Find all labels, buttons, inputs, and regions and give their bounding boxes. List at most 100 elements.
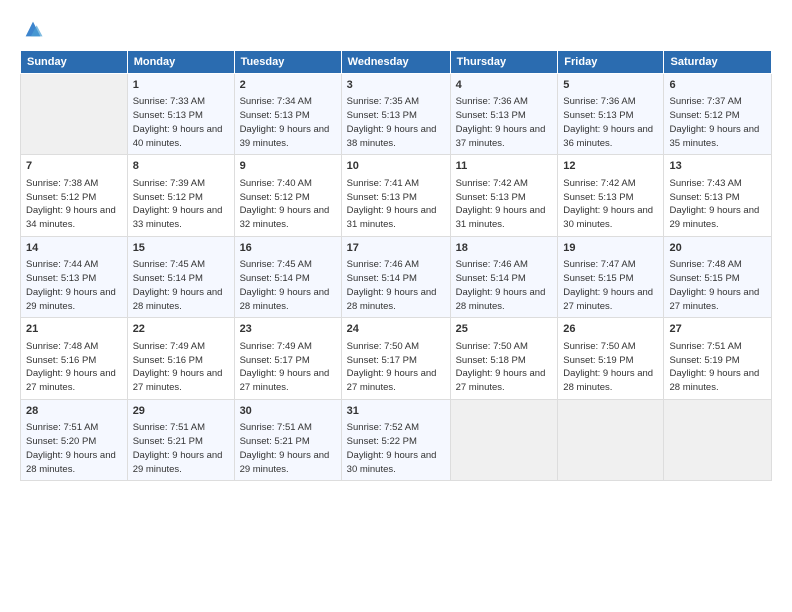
day-cell: 9 Sunrise: 7:40 AMSunset: 5:12 PMDaylight… [234, 155, 341, 236]
header-day-tuesday: Tuesday [234, 51, 341, 74]
day-cell: 5 Sunrise: 7:36 AMSunset: 5:13 PMDaylight… [558, 74, 664, 155]
day-number: 25 [456, 322, 553, 337]
day-number: 11 [456, 159, 553, 174]
day-info: Sunrise: 7:51 AMSunset: 5:19 PMDaylight:… [669, 340, 766, 395]
day-cell: 3 Sunrise: 7:35 AMSunset: 5:13 PMDaylight… [341, 74, 450, 155]
calendar-header: SundayMondayTuesdayWednesdayThursdayFrid… [21, 51, 772, 74]
day-info: Sunrise: 7:37 AMSunset: 5:12 PMDaylight:… [669, 95, 766, 150]
day-info: Sunrise: 7:50 AMSunset: 5:17 PMDaylight:… [347, 340, 445, 395]
day-info: Sunrise: 7:51 AMSunset: 5:21 PMDaylight:… [133, 421, 229, 476]
day-number: 5 [563, 78, 658, 93]
day-info: Sunrise: 7:35 AMSunset: 5:13 PMDaylight:… [347, 95, 445, 150]
day-cell: 17 Sunrise: 7:46 AMSunset: 5:14 PMDayligh… [341, 236, 450, 317]
day-cell [21, 74, 128, 155]
day-cell: 23 Sunrise: 7:49 AMSunset: 5:17 PMDayligh… [234, 318, 341, 399]
page: SundayMondayTuesdayWednesdayThursdayFrid… [0, 0, 792, 612]
day-number: 28 [26, 404, 122, 419]
day-number: 6 [669, 78, 766, 93]
day-cell: 15 Sunrise: 7:45 AMSunset: 5:14 PMDayligh… [127, 236, 234, 317]
day-info: Sunrise: 7:46 AMSunset: 5:14 PMDaylight:… [347, 258, 445, 313]
day-cell: 1 Sunrise: 7:33 AMSunset: 5:13 PMDaylight… [127, 74, 234, 155]
day-number: 24 [347, 322, 445, 337]
day-info: Sunrise: 7:36 AMSunset: 5:13 PMDaylight:… [563, 95, 658, 150]
calendar-body: 1 Sunrise: 7:33 AMSunset: 5:13 PMDaylight… [21, 74, 772, 481]
day-info: Sunrise: 7:43 AMSunset: 5:13 PMDaylight:… [669, 177, 766, 232]
week-row-5: 28 Sunrise: 7:51 AMSunset: 5:20 PMDayligh… [21, 399, 772, 480]
day-cell: 14Sunrise: 7:44 AMSunset: 5:13 PMDayligh… [21, 236, 128, 317]
day-info: Sunrise: 7:51 AMSunset: 5:20 PMDaylight:… [26, 421, 122, 476]
day-number: 1 [133, 78, 229, 93]
day-cell [558, 399, 664, 480]
day-number: 4 [456, 78, 553, 93]
day-info: Sunrise: 7:34 AMSunset: 5:13 PMDaylight:… [240, 95, 336, 150]
day-cell: 7Sunrise: 7:38 AMSunset: 5:12 PMDaylight… [21, 155, 128, 236]
day-cell: 20 Sunrise: 7:48 AMSunset: 5:15 PMDayligh… [664, 236, 772, 317]
week-row-2: 7Sunrise: 7:38 AMSunset: 5:12 PMDaylight… [21, 155, 772, 236]
day-info: Sunrise: 7:48 AMSunset: 5:15 PMDaylight:… [669, 258, 766, 313]
header [20, 18, 772, 40]
header-day-sunday: Sunday [21, 51, 128, 74]
day-number: 18 [456, 241, 553, 256]
day-cell: 27 Sunrise: 7:51 AMSunset: 5:19 PMDayligh… [664, 318, 772, 399]
day-number: 9 [240, 159, 336, 174]
day-cell: 30 Sunrise: 7:51 AMSunset: 5:21 PMDayligh… [234, 399, 341, 480]
day-info: Sunrise: 7:49 AMSunset: 5:17 PMDaylight:… [240, 340, 336, 395]
day-cell: 31 Sunrise: 7:52 AMSunset: 5:22 PMDayligh… [341, 399, 450, 480]
day-number: 15 [133, 241, 229, 256]
day-info: Sunrise: 7:45 AMSunset: 5:14 PMDaylight:… [240, 258, 336, 313]
day-cell: 28 Sunrise: 7:51 AMSunset: 5:20 PMDayligh… [21, 399, 128, 480]
day-number: 19 [563, 241, 658, 256]
header-row: SundayMondayTuesdayWednesdayThursdayFrid… [21, 51, 772, 74]
day-number: 26 [563, 322, 658, 337]
day-cell: 24 Sunrise: 7:50 AMSunset: 5:17 PMDayligh… [341, 318, 450, 399]
day-info: Sunrise: 7:47 AMSunset: 5:15 PMDaylight:… [563, 258, 658, 313]
day-info: Sunrise: 7:36 AMSunset: 5:13 PMDaylight:… [456, 95, 553, 150]
day-number: 21 [26, 322, 122, 337]
day-cell: 8Sunrise: 7:39 AMSunset: 5:12 PMDaylight… [127, 155, 234, 236]
day-info: Sunrise: 7:52 AMSunset: 5:22 PMDaylight:… [347, 421, 445, 476]
day-info: Sunrise: 7:45 AMSunset: 5:14 PMDaylight:… [133, 258, 229, 313]
day-number: 30 [240, 404, 336, 419]
day-number: 17 [347, 241, 445, 256]
day-cell: 16 Sunrise: 7:45 AMSunset: 5:14 PMDayligh… [234, 236, 341, 317]
day-cell: 26 Sunrise: 7:50 AMSunset: 5:19 PMDayligh… [558, 318, 664, 399]
day-cell: 11Sunrise: 7:42 AMSunset: 5:13 PMDayligh… [450, 155, 558, 236]
header-day-friday: Friday [558, 51, 664, 74]
day-cell [450, 399, 558, 480]
day-number: 27 [669, 322, 766, 337]
header-day-wednesday: Wednesday [341, 51, 450, 74]
day-info: Sunrise: 7:40 AMSunset: 5:12 PMDaylight:… [240, 177, 336, 232]
day-info: Sunrise: 7:48 AMSunset: 5:16 PMDaylight:… [26, 340, 122, 395]
day-cell: 12Sunrise: 7:42 AMSunset: 5:13 PMDayligh… [558, 155, 664, 236]
day-cell [664, 399, 772, 480]
week-row-3: 14Sunrise: 7:44 AMSunset: 5:13 PMDayligh… [21, 236, 772, 317]
day-cell: 18Sunrise: 7:46 AMSunset: 5:14 PMDayligh… [450, 236, 558, 317]
day-number: 10 [347, 159, 445, 174]
day-cell: 6 Sunrise: 7:37 AMSunset: 5:12 PMDaylight… [664, 74, 772, 155]
day-info: Sunrise: 7:38 AMSunset: 5:12 PMDaylight:… [26, 177, 122, 232]
day-number: 2 [240, 78, 336, 93]
day-number: 23 [240, 322, 336, 337]
day-info: Sunrise: 7:51 AMSunset: 5:21 PMDaylight:… [240, 421, 336, 476]
day-cell: 25Sunrise: 7:50 AMSunset: 5:18 PMDayligh… [450, 318, 558, 399]
logo [20, 18, 44, 40]
day-number: 3 [347, 78, 445, 93]
day-info: Sunrise: 7:50 AMSunset: 5:19 PMDaylight:… [563, 340, 658, 395]
day-info: Sunrise: 7:33 AMSunset: 5:13 PMDaylight:… [133, 95, 229, 150]
day-cell: 4 Sunrise: 7:36 AMSunset: 5:13 PMDaylight… [450, 74, 558, 155]
day-info: Sunrise: 7:42 AMSunset: 5:13 PMDaylight:… [563, 177, 658, 232]
day-number: 20 [669, 241, 766, 256]
day-number: 22 [133, 322, 229, 337]
day-cell: 22Sunrise: 7:49 AMSunset: 5:16 PMDayligh… [127, 318, 234, 399]
day-cell: 10 Sunrise: 7:41 AMSunset: 5:13 PMDayligh… [341, 155, 450, 236]
day-number: 31 [347, 404, 445, 419]
day-number: 16 [240, 241, 336, 256]
day-cell: 19 Sunrise: 7:47 AMSunset: 5:15 PMDayligh… [558, 236, 664, 317]
day-cell: 21 Sunrise: 7:48 AMSunset: 5:16 PMDayligh… [21, 318, 128, 399]
header-day-thursday: Thursday [450, 51, 558, 74]
day-cell: 29Sunrise: 7:51 AMSunset: 5:21 PMDayligh… [127, 399, 234, 480]
day-info: Sunrise: 7:41 AMSunset: 5:13 PMDaylight:… [347, 177, 445, 232]
week-row-1: 1 Sunrise: 7:33 AMSunset: 5:13 PMDaylight… [21, 74, 772, 155]
day-number: 14 [26, 241, 122, 256]
week-row-4: 21 Sunrise: 7:48 AMSunset: 5:16 PMDayligh… [21, 318, 772, 399]
